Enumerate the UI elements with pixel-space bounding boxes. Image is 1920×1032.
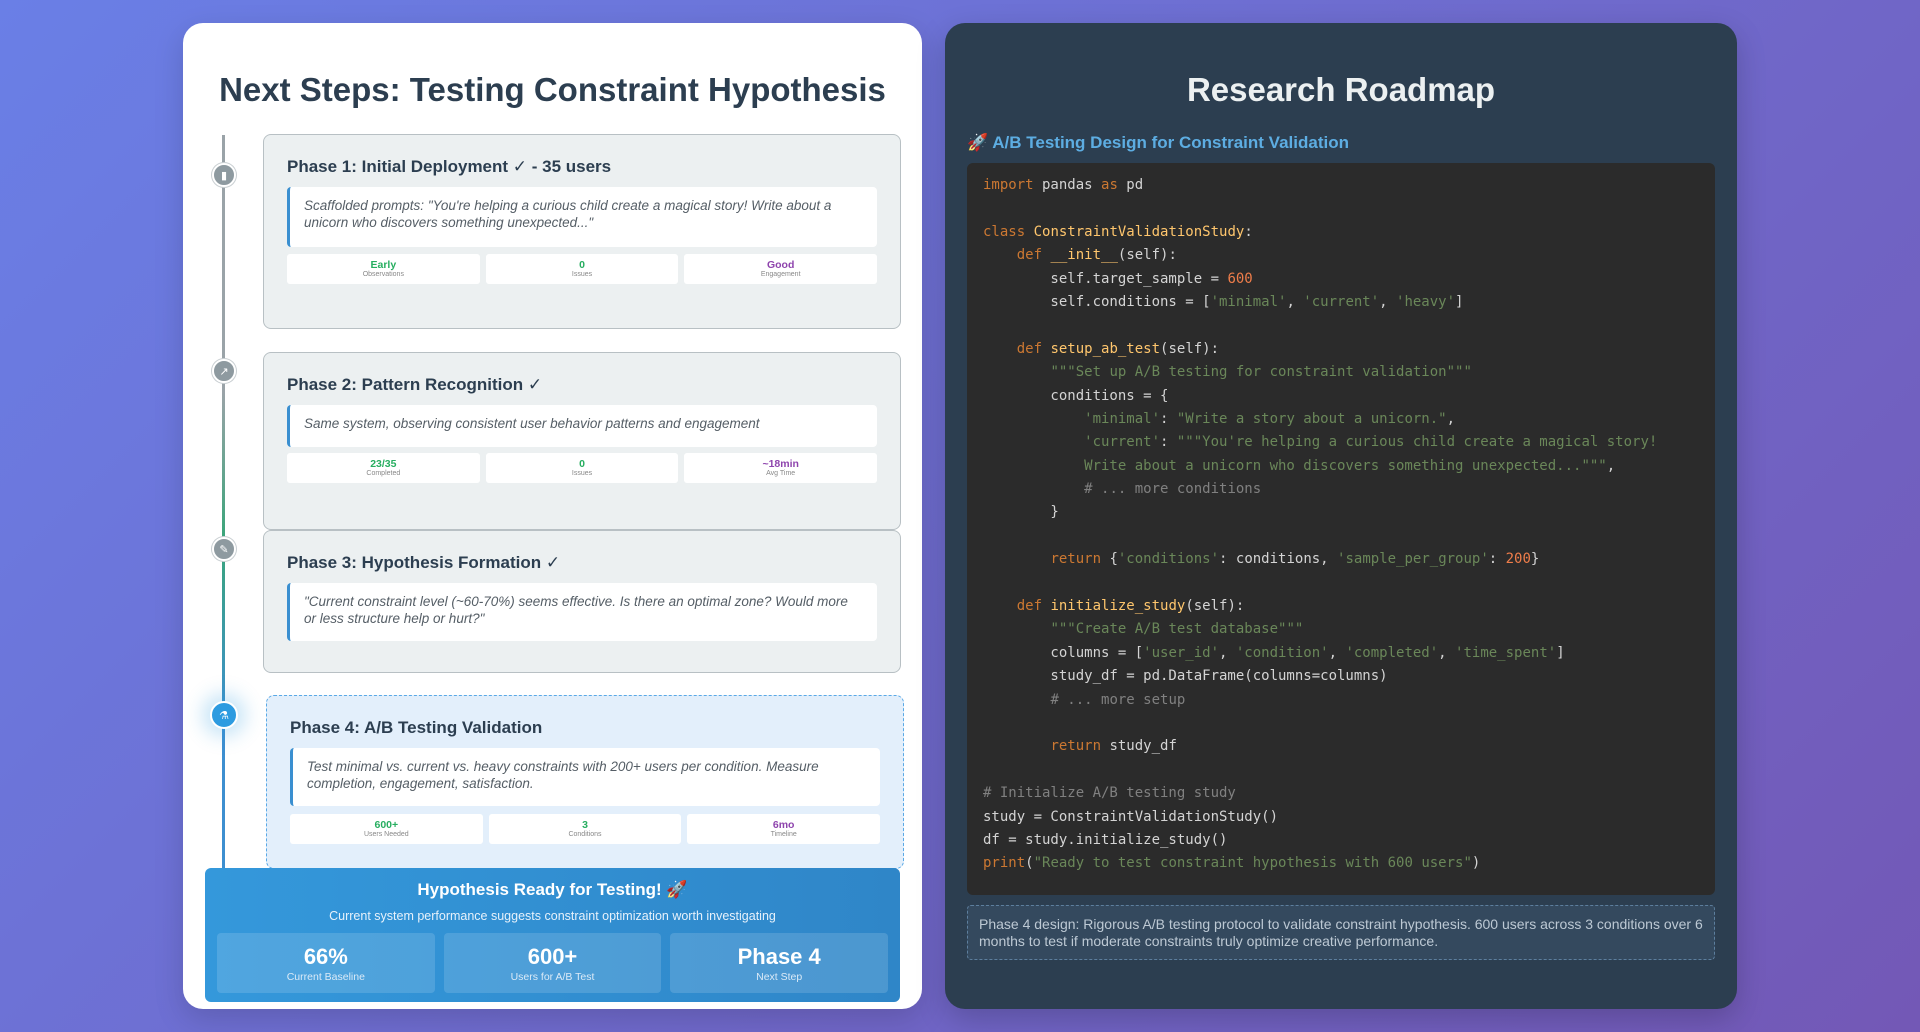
stat-value: 600+	[527, 944, 578, 969]
phase-metrics: Early Observations 0 Issues Good Engagem…	[287, 254, 878, 284]
metric-label: Issues	[571, 470, 593, 477]
code-line: def setup_ab_test(self):	[1016, 340, 1220, 357]
metric-value: 600+	[374, 819, 399, 831]
stat-users-for-test: 600+ Users for A/B Test	[443, 933, 662, 993]
ab-testing-heading: 🚀 A/B Testing Design for Constraint Vali…	[967, 133, 1349, 152]
metric-value: 23/35	[370, 458, 397, 470]
metric-users-needed: 600+ Users Needed	[290, 814, 483, 844]
roadmap-title: Research Roadmap	[1186, 71, 1496, 108]
code-line: df = study.initialize_study()	[983, 831, 1228, 848]
metric-value: ~18min	[762, 458, 799, 470]
metric-label: Engagement	[760, 271, 801, 278]
metric-value: 0	[579, 458, 585, 470]
code-line: return {'conditions': conditions, 'sampl…	[1050, 551, 1540, 568]
research-roadmap-panel: Research Roadmap 🚀 A/B Testing Design fo…	[945, 23, 1737, 1009]
phase-title: Phase 2: Pattern Recognition ✓	[287, 375, 543, 394]
metric-conditions: 3 Conditions	[488, 814, 682, 844]
code-line: Write about a unicorn who discovers some…	[983, 457, 1616, 474]
code-line: """Set up A/B testing for constraint val…	[1050, 364, 1472, 381]
stat-label: Users for A/B Test	[510, 971, 595, 983]
code-line: self.conditions = ['minimal', 'current',…	[983, 293, 1464, 310]
metric-timeline: 6mo Timeline	[687, 814, 881, 844]
phase-metrics: 23/35 Completed 0 Issues ~18min Avg Time	[287, 453, 878, 483]
metric-value: 3	[582, 819, 588, 831]
phase-card-2: Phase 2: Pattern Recognition ✓ Same syst…	[263, 352, 901, 530]
microscope-icon: ✎	[212, 537, 236, 561]
stat-current-baseline: 66% Current Baseline	[217, 933, 435, 993]
phase-quote: Same system, observing consistent user b…	[287, 405, 877, 447]
stat-value: 66%	[303, 944, 348, 969]
phase-title: Phase 1: Initial Deployment ✓ - 35 users	[287, 157, 612, 176]
test-tube-icon: ⚗	[210, 701, 238, 729]
metric-value: Good	[766, 259, 795, 271]
code-line: columns = ['user_id', 'condition', 'comp…	[983, 644, 1565, 661]
metric-label: Avg Time	[766, 470, 796, 477]
metric-label: Observations	[362, 271, 404, 278]
phase-quote: "Current constraint level (~60-70%) seem…	[287, 583, 877, 641]
next-steps-panel: Next Steps: Testing Constraint Hypothesi…	[183, 23, 922, 1009]
code-line: return study_df	[1050, 738, 1177, 755]
page-title: Next Steps: Testing Constraint Hypothesi…	[219, 71, 886, 108]
metric-value: 6mo	[772, 819, 795, 831]
code-line: # ... more conditions	[1084, 481, 1262, 498]
phase-title: Phase 4: A/B Testing Validation	[290, 718, 543, 737]
bar-chart-icon: ▮	[212, 163, 236, 187]
line-chart-icon: ↗	[212, 359, 236, 383]
phase-card-4: Phase 4: A/B Testing Validation Test min…	[266, 695, 904, 869]
code-line: # Initialize A/B testing study	[983, 785, 1236, 802]
hypothesis-ready-banner: Hypothesis Ready for Testing! 🚀 Current …	[205, 868, 900, 1002]
code-line: study_df = pd.DataFrame(columns=columns)	[983, 668, 1388, 685]
timeline-line	[222, 135, 225, 869]
stat-value: Phase 4	[737, 944, 821, 969]
code-line: import pandas as pd	[983, 177, 1144, 193]
code-line: """Create A/B test database"""	[1050, 621, 1304, 638]
phase-quote: Test minimal vs. current vs. heavy const…	[290, 748, 880, 806]
code-line: self.target_sample = 600	[983, 270, 1253, 287]
metric-completed: 23/35 Completed	[287, 453, 480, 483]
code-line: study = ConstraintValidationStudy()	[983, 808, 1279, 825]
stat-next-step: Phase 4 Next Step	[670, 933, 889, 993]
metric-label: Users Needed	[363, 831, 409, 838]
metric-value: Early	[370, 259, 397, 271]
phase-metrics: 600+ Users Needed 3 Conditions 6mo Timel…	[290, 814, 881, 844]
metric-observations: Early Observations	[287, 254, 480, 284]
metric-label: Timeline	[770, 831, 797, 838]
metric-label: Conditions	[568, 831, 602, 838]
stat-label: Current Baseline	[286, 971, 365, 983]
code-line: conditions = {	[983, 387, 1169, 404]
code-line: def initialize_study(self):	[1016, 598, 1245, 615]
code-line: 'current': """You're helping a curious c…	[1084, 434, 1658, 451]
metric-issues: 0 Issues	[485, 453, 679, 483]
phase-quote: Scaffolded prompts: "You're helping a cu…	[287, 187, 877, 247]
phase-4-design-note: Phase 4 design: Rigorous A/B testing pro…	[967, 905, 1715, 960]
banner-subtitle: Current system performance suggests cons…	[329, 909, 776, 923]
metric-avg-time: ~18min Avg Time	[684, 453, 878, 483]
code-line: # ... more setup	[1050, 691, 1186, 708]
phase-card-3: Phase 3: Hypothesis Formation ✓ "Current…	[263, 530, 901, 673]
phase-title: Phase 3: Hypothesis Formation ✓	[287, 553, 561, 572]
metric-label: Completed	[366, 470, 401, 477]
code-line: 'minimal': "Write a story about a unicor…	[1084, 410, 1456, 427]
metric-engagement: Good Engagement	[684, 254, 878, 284]
code-line: class ConstraintValidationStudy:	[983, 223, 1253, 240]
metric-value: 0	[579, 259, 585, 271]
code-line: print("Ready to test constraint hypothes…	[983, 855, 1481, 872]
metric-label: Issues	[571, 271, 593, 278]
code-block[interactable]: import pandas as pd class ConstraintVali…	[967, 163, 1715, 895]
banner-stats: 66% Current Baseline 600+ Users for A/B …	[217, 933, 889, 993]
banner-title: Hypothesis Ready for Testing! 🚀	[417, 880, 688, 899]
code-line: }	[983, 504, 1059, 521]
stat-label: Next Step	[756, 971, 803, 983]
phase-card-1: Phase 1: Initial Deployment ✓ - 35 users…	[263, 134, 901, 329]
metric-issues: 0 Issues	[485, 254, 679, 284]
code-line: def __init__(self):	[1016, 247, 1177, 264]
